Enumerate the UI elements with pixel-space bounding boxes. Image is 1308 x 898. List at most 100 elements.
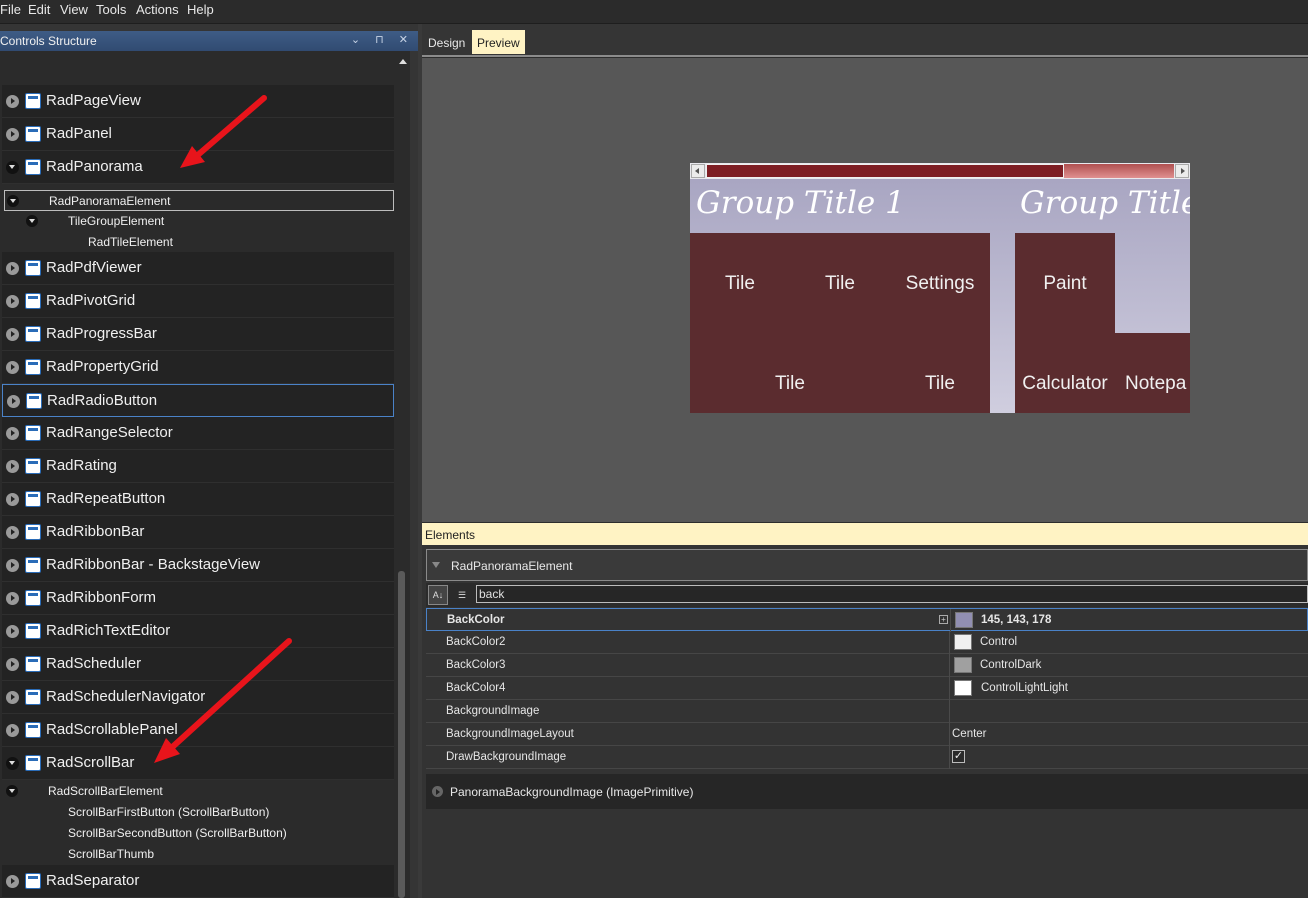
menu-help[interactable]: Help [187,2,214,17]
expand-icon[interactable] [6,328,19,341]
expand-icon[interactable] [6,493,19,506]
panorama-scrollbar[interactable] [690,163,1190,179]
tile[interactable]: Tile [890,373,990,395]
tree-subitem[interactable]: TileGroupElement [24,211,324,232]
scrollbar-thumb[interactable] [706,164,1064,178]
expand-icon[interactable] [6,526,19,539]
tree-subitem[interactable]: RadPanoramaElement [4,190,394,211]
property-checkbox[interactable]: ✓ [952,750,965,763]
element-group-header-2[interactable]: PanoramaBackgroundImage (ImagePrimitive) [426,774,1308,809]
tree-item[interactable]: RadRangeSelector [2,417,394,450]
column-divider[interactable] [949,746,950,769]
tree-item[interactable]: RadScrollablePanel [2,714,394,747]
expand-icon[interactable] [6,875,19,888]
tile-notepad[interactable]: Notepa [1125,373,1190,395]
menu-view[interactable]: View [60,2,88,17]
tree-item[interactable]: RadRadioButton [2,384,394,417]
column-divider[interactable] [949,654,950,677]
tree-item[interactable]: RadPivotGrid [2,285,394,318]
tree-subitem[interactable]: RadScrollBarElement [4,781,394,802]
tree-item[interactable]: RadRepeatButton [2,483,394,516]
collapse-icon[interactable] [6,785,18,797]
collapse-icon[interactable] [26,215,38,227]
menu-edit[interactable]: Edit [28,2,50,17]
tile-settings[interactable]: Settings [890,273,990,295]
tree-item[interactable]: RadPropertyGrid [2,351,394,384]
tree-item[interactable]: RadPageView [2,85,394,118]
menu-file[interactable]: File [0,2,21,17]
property-value[interactable]: ControlLightLight [981,682,1068,694]
tree-item[interactable]: RadSeparator [2,865,394,898]
panel-header-icons[interactable]: ⌄ ⊓ ✕ [351,33,414,46]
tree-item[interactable]: RadPdfViewer [2,252,394,285]
expand-icon[interactable] [6,592,19,605]
color-swatch[interactable] [954,680,972,696]
tree-item[interactable]: RadPanel [2,118,394,151]
tree-subitem[interactable]: RadTileElement [64,232,364,253]
tree-item[interactable]: RadScheduler [2,648,394,681]
tab-design[interactable]: Design [423,30,470,54]
column-divider[interactable] [949,723,950,746]
property-value[interactable]: 145, 143, 178 [981,614,1051,626]
expand-icon[interactable] [432,786,443,797]
scroll-up-icon[interactable] [399,59,407,64]
tile[interactable]: Tile [690,373,890,395]
expand-icon[interactable] [6,128,19,141]
property-row[interactable]: BackgroundImageLayout Center [426,723,1308,746]
tab-preview[interactable]: Preview [472,30,525,54]
expand-icon[interactable] [6,691,19,704]
color-swatch[interactable] [954,657,972,673]
scrollbar-thumb[interactable] [398,571,405,898]
tree-subitem[interactable]: ScrollBarFirstButton (ScrollBarButton) [44,802,364,823]
scroll-left-icon[interactable] [691,164,705,178]
expand-property-icon[interactable]: + [939,615,948,624]
categorized-icon[interactable]: ☰ [452,585,472,605]
property-row[interactable]: BackgroundImage [426,700,1308,723]
tree-item[interactable]: RadSchedulerNavigator [2,681,394,714]
expand-icon[interactable] [6,559,19,572]
expand-icon[interactable] [6,625,19,638]
expand-icon[interactable] [6,724,19,737]
expand-icon[interactable] [6,262,19,275]
collapse-icon[interactable] [6,161,19,174]
tree-item[interactable]: RadRating [2,450,394,483]
element-group-header[interactable]: RadPanoramaElement [426,549,1308,581]
property-row[interactable]: BackColor +145, 143, 178 [426,608,1308,632]
column-divider[interactable] [949,631,950,654]
property-value[interactable]: Control [980,636,1017,648]
expand-icon[interactable] [6,295,19,308]
property-row[interactable]: DrawBackgroundImage ✓ [426,746,1308,769]
collapse-icon[interactable] [6,757,19,770]
menu-actions[interactable]: Actions [136,2,179,17]
tree-item[interactable]: RadRibbonForm [2,582,394,615]
tree-item[interactable]: RadScrollBar [2,747,394,780]
tile-paint[interactable]: Paint [1015,273,1115,295]
expand-icon[interactable] [6,460,19,473]
expand-icon[interactable] [6,427,19,440]
collapse-icon[interactable] [7,195,19,207]
property-value[interactable]: Center [952,728,987,740]
column-divider[interactable] [949,700,950,723]
property-row[interactable]: BackColor4 ControlLightLight [426,677,1308,700]
property-value[interactable]: ControlDark [980,659,1041,671]
tree-vertical-scrollbar[interactable] [396,51,410,898]
tree-item[interactable]: RadProgressBar [2,318,394,351]
tile[interactable]: Tile [790,273,890,295]
expand-icon[interactable] [6,361,19,374]
tree-item[interactable]: RadRibbonBar - BackstageView [2,549,394,582]
color-swatch[interactable] [955,612,973,628]
expand-icon[interactable] [6,658,19,671]
property-row[interactable]: BackColor3 ControlDark [426,654,1308,677]
menu-tools[interactable]: Tools [96,2,126,17]
tree-item[interactable]: RadRichTextEditor [2,615,394,648]
property-row[interactable]: BackColor2 Control [426,631,1308,654]
expand-icon[interactable] [7,395,20,408]
property-search-input[interactable]: back [476,585,1308,603]
tree-subitem[interactable]: ScrollBarThumb [44,844,364,865]
collapse-icon[interactable] [432,562,440,568]
tree-item[interactable]: RadPanorama [2,151,394,184]
sort-alphabetical-icon[interactable]: A↓ [428,585,448,605]
column-divider[interactable] [950,609,951,632]
tile[interactable]: Tile [690,273,790,295]
color-swatch[interactable] [954,634,972,650]
